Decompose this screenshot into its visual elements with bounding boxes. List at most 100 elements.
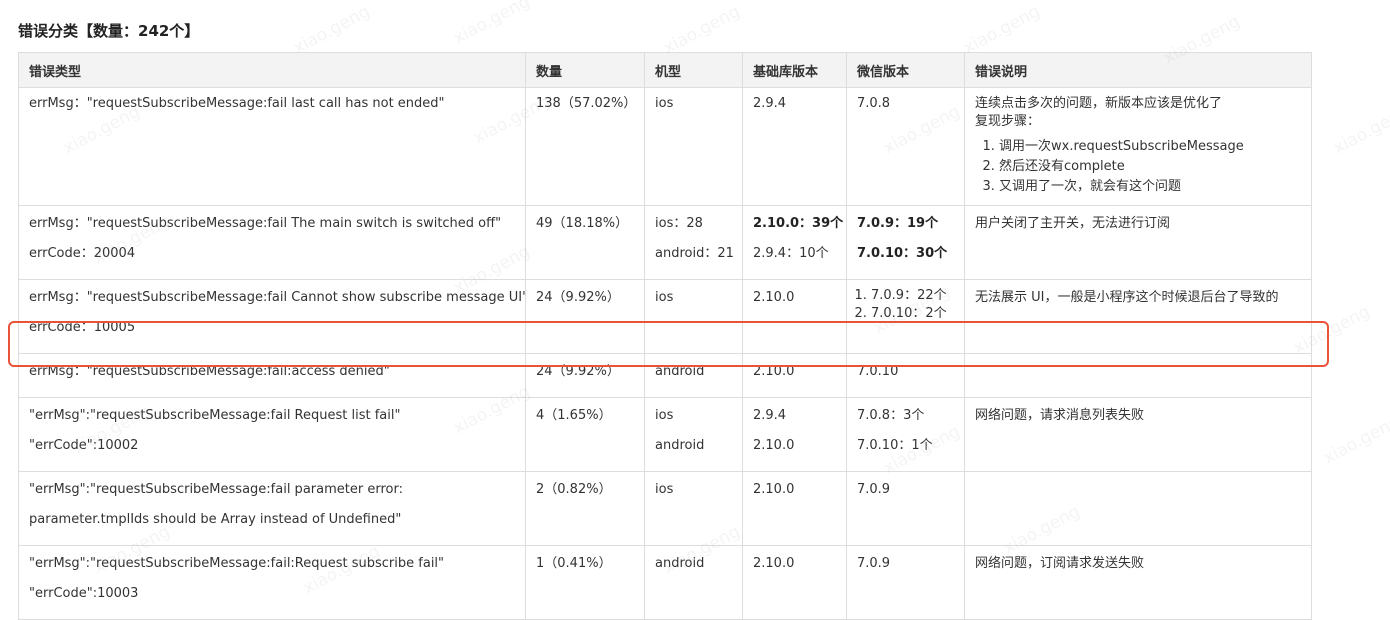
watermark-text: xiao.geng xyxy=(1320,411,1390,469)
cell-error-type: errMsg："requestSubscribeMessage:fail:acc… xyxy=(18,353,526,398)
watermark-text: xiao.geng xyxy=(1330,101,1390,159)
count-value: 24（9.92%） xyxy=(536,364,620,379)
cell-count: 1（0.41%） xyxy=(525,545,645,620)
list-item: 然后还没有complete xyxy=(999,157,1301,177)
device-value: android xyxy=(655,438,705,453)
wechat-version-value: 7.0.9 xyxy=(857,482,891,497)
cell-description: 网络问题，请求消息列表失败 xyxy=(964,397,1312,472)
description-text: 用户关闭了主开关，无法进行订阅 xyxy=(975,216,1171,231)
wechat-version-value: 7.0.9 xyxy=(857,556,891,571)
base-lib-value: 2.10.0 xyxy=(753,364,795,379)
table-row: errMsg："requestSubscribeMessage:fail The… xyxy=(18,205,1312,280)
page-title: 错误分类【数量：242个】 xyxy=(18,22,200,40)
list-item: 又调用了一次，就会有这个问题 xyxy=(999,177,1301,197)
cell-description: 网络问题，订阅请求发送失败 xyxy=(964,545,1312,620)
device-value: ios xyxy=(655,482,674,497)
cell-base-lib-version: 2.10.0：39个 2.9.4：10个 xyxy=(742,205,847,280)
device-value: ios xyxy=(655,96,674,111)
error-message: "errMsg":"requestSubscribeMessage:fail p… xyxy=(29,482,403,497)
table-row: "errMsg":"requestSubscribeMessage:fail R… xyxy=(18,397,1312,472)
wechat-version-value: 7.0.8 xyxy=(857,96,891,111)
count-value: 138（57.02%） xyxy=(536,96,637,111)
cell-device: ios：28 android：21 xyxy=(644,205,743,280)
cell-error-type: "errMsg":"requestSubscribeMessage:fail R… xyxy=(18,397,526,472)
cell-wechat-version: 7.0.8 xyxy=(846,87,965,206)
description-text: 连续点击多次的问题，新版本应该是优化了 xyxy=(975,96,1223,111)
cell-count: 24（9.92%） xyxy=(525,279,645,354)
base-lib-value: 2.9.4 xyxy=(753,408,787,423)
cell-count: 138（57.02%） xyxy=(525,87,645,206)
cell-error-type: "errMsg":"requestSubscribeMessage:fail p… xyxy=(18,471,526,546)
count-value: 1（0.41%） xyxy=(536,556,612,571)
base-lib-value: 2.9.4：10个 xyxy=(753,246,829,261)
cell-error-type: errMsg："requestSubscribeMessage:fail Can… xyxy=(18,279,526,354)
watermark-text: xiao.geng xyxy=(450,0,534,49)
cell-device: ios xyxy=(644,471,743,546)
wechat-version-value: 7.0.9：19个 xyxy=(857,216,939,231)
cell-base-lib-version: 2.10.0 xyxy=(742,545,847,620)
cell-device: android xyxy=(644,545,743,620)
error-message: errMsg："requestSubscribeMessage:fail Can… xyxy=(29,290,526,305)
device-value: ios xyxy=(655,408,674,423)
device-value: android xyxy=(655,556,705,571)
count-value: 49（18.18%） xyxy=(536,216,629,231)
watermark-text: xiao.geng xyxy=(960,1,1044,59)
cell-device: android xyxy=(644,353,743,398)
header-row: 错误类型 数量 机型 基础库版本 微信版本 错误说明 xyxy=(18,52,1312,88)
cell-count: 24（9.92%） xyxy=(525,353,645,398)
device-value: ios xyxy=(655,290,674,305)
watermark-text: xiao.geng xyxy=(290,1,374,59)
count-value: 4（1.65%） xyxy=(536,408,612,423)
error-message: errMsg："requestSubscribeMessage:fail:acc… xyxy=(29,364,390,379)
error-code: "errCode":10003 xyxy=(29,586,139,601)
cell-device: ios android xyxy=(644,397,743,472)
error-table: 错误类型 数量 机型 基础库版本 微信版本 错误说明 errMsg："reque… xyxy=(18,52,1312,620)
cell-description: 用户关闭了主开关，无法进行订阅 xyxy=(964,205,1312,280)
wechat-version-value: 7.0.10：1个 xyxy=(857,438,933,453)
error-message: "errMsg":"requestSubscribeMessage:fail:R… xyxy=(29,556,445,571)
error-message: errMsg："requestSubscribeMessage:fail The… xyxy=(29,216,502,231)
header-wechat-version: 微信版本 xyxy=(846,52,965,88)
cell-count: 2（0.82%） xyxy=(525,471,645,546)
list-item: 7.0.9：22个 xyxy=(871,287,954,305)
watermark-text: xiao.geng xyxy=(660,1,744,59)
cell-error-type: errMsg："requestSubscribeMessage:fail The… xyxy=(18,205,526,280)
cell-description xyxy=(964,353,1312,398)
header-description: 错误说明 xyxy=(964,52,1312,88)
cell-wechat-version: 7.0.9：19个 7.0.10：30个 xyxy=(846,205,965,280)
table-row-highlighted: errMsg："requestSubscribeMessage:fail:acc… xyxy=(18,353,1312,398)
cell-wechat-version: 7.0.8：3个 7.0.10：1个 xyxy=(846,397,965,472)
error-message: errMsg："requestSubscribeMessage:fail las… xyxy=(29,96,445,111)
cell-description xyxy=(964,471,1312,546)
list-item: 调用一次wx.requestSubscribeMessage xyxy=(999,137,1301,157)
cell-device: ios xyxy=(644,87,743,206)
cell-wechat-version: 7.0.10 xyxy=(846,353,965,398)
cell-count: 49（18.18%） xyxy=(525,205,645,280)
error-code: errCode：10005 xyxy=(29,320,136,335)
header-base-lib-version: 基础库版本 xyxy=(742,52,847,88)
cell-error-type: errMsg："requestSubscribeMessage:fail las… xyxy=(18,87,526,206)
cell-wechat-version: 7.0.9：22个 7.0.10：2个 xyxy=(846,279,965,354)
description-text: 网络问题，请求消息列表失败 xyxy=(975,408,1145,423)
cell-base-lib-version: 2.9.4 2.10.0 xyxy=(742,397,847,472)
cell-error-type: "errMsg":"requestSubscribeMessage:fail:R… xyxy=(18,545,526,620)
table-row: "errMsg":"requestSubscribeMessage:fail p… xyxy=(18,471,1312,546)
header-count: 数量 xyxy=(525,52,645,88)
description-text: 复现步骤： xyxy=(975,114,1041,129)
description-text: 无法展示 UI，一般是小程序这个时候退后台了导致的 xyxy=(975,290,1279,305)
base-lib-value: 2.10.0 xyxy=(753,290,795,305)
device-value: android xyxy=(655,364,705,379)
list-item: 7.0.10：2个 xyxy=(871,305,954,323)
wechat-version-value: 7.0.10 xyxy=(857,364,899,379)
table-row: errMsg："requestSubscribeMessage:fail las… xyxy=(18,87,1312,206)
cell-base-lib-version: 2.9.4 xyxy=(742,87,847,206)
error-code: errCode：20004 xyxy=(29,246,136,261)
cell-base-lib-version: 2.10.0 xyxy=(742,353,847,398)
device-value: ios：28 xyxy=(655,216,703,231)
base-lib-value: 2.10.0 xyxy=(753,556,795,571)
cell-wechat-version: 7.0.9 xyxy=(846,471,965,546)
wechat-version-value: 7.0.8：3个 xyxy=(857,408,925,423)
count-value: 24（9.92%） xyxy=(536,290,620,305)
error-code: "errCode":10002 xyxy=(29,438,139,453)
wechat-version-value: 7.0.10：30个 xyxy=(857,246,948,261)
